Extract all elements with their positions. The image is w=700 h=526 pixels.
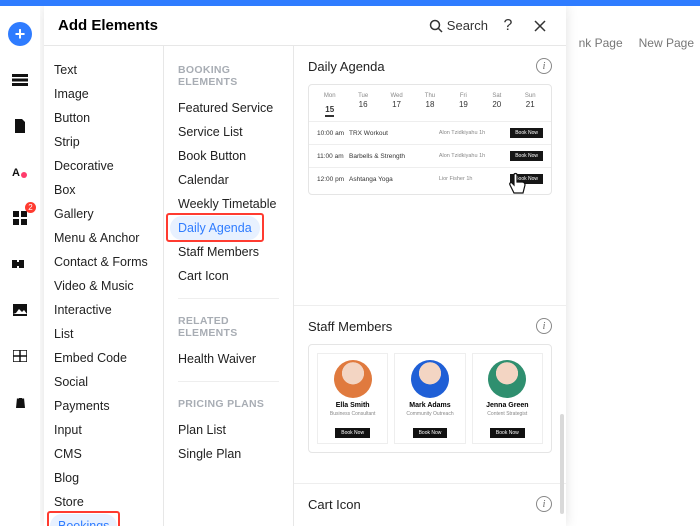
search-icon [429,19,443,33]
help-icon[interactable]: ? [496,14,520,38]
category-list[interactable]: List [44,322,163,346]
staff-card: Mark AdamsCommunity OutreachBook Now [394,353,465,444]
agenda-day: Thu18 [413,93,446,117]
category-video-music[interactable]: Video & Music [44,274,163,298]
staff-members-preview[interactable]: Ella SmithBusiness ConsultantBook NowMar… [308,344,552,453]
element-single-plan[interactable]: Single Plan [164,442,293,466]
info-icon[interactable]: i [536,58,552,74]
category-button[interactable]: Button [44,106,163,130]
element-health-waiver[interactable]: Health Waiver [164,347,293,371]
category-input[interactable]: Input [44,418,163,442]
background-tabs: nk Page New Page [579,36,694,50]
section-title-agenda: Daily Agenda [308,59,385,74]
category-payments[interactable]: Payments [44,394,163,418]
group-label: RELATED ELEMENTS [164,309,293,347]
media-icon[interactable] [8,298,32,322]
category-image[interactable]: Image [44,82,163,106]
search-label: Search [447,18,488,33]
category-cms[interactable]: CMS [44,442,163,466]
category-store[interactable]: Store [44,490,163,514]
store-icon[interactable] [8,390,32,414]
category-box[interactable]: Box [44,178,163,202]
info-icon[interactable]: i [536,318,552,334]
element-featured-service[interactable]: Featured Service [164,96,293,120]
category-decorative[interactable]: Decorative [44,154,163,178]
apps-badge: 2 [25,202,36,213]
element-book-button[interactable]: Book Button [164,144,293,168]
apps-icon[interactable]: 2 [8,206,32,230]
agenda-row: 11:00 amBarbells & StrengthAlon Tzidkiya… [309,144,551,167]
section-title-cart: Cart Icon [308,497,361,512]
info-icon[interactable]: i [536,496,552,512]
add-button[interactable]: + [8,22,32,46]
category-blog[interactable]: Blog [44,466,163,490]
agenda-day: Sat20 [480,93,513,117]
left-dock: + A 2 [0,6,40,526]
panel-title: Add Elements [58,17,429,34]
sections-icon[interactable] [8,68,32,92]
svg-text:A: A [12,167,20,179]
panel-search[interactable]: Search [429,18,488,33]
data-icon[interactable] [8,344,32,368]
category-bookings[interactable]: Bookings [50,514,117,526]
category-list: TextImageButtonStripDecorativeBoxGallery… [44,46,164,526]
category-gallery[interactable]: Gallery [44,202,163,226]
tab-new-page[interactable]: New Page [639,36,694,50]
agenda-day: Fri19 [447,93,480,117]
tab-partial[interactable]: nk Page [579,36,623,50]
element-service-list[interactable]: Service List [164,120,293,144]
agenda-day: Tue16 [346,93,379,117]
add-elements-panel: Add Elements Search ? TextImageButtonStr… [44,6,566,526]
group-label: BOOKING ELEMENTS [164,58,293,96]
element-calendar[interactable]: Calendar [164,168,293,192]
category-strip[interactable]: Strip [44,130,163,154]
element-daily-agenda[interactable]: Daily Agenda [170,216,260,240]
staff-card: Jenna GreenContent StrategistBook Now [472,353,543,444]
category-embed-code[interactable]: Embed Code [44,346,163,370]
agenda-day: Sun21 [514,93,547,117]
element-weekly-timetable[interactable]: Weekly Timetable [164,192,293,216]
category-interactive[interactable]: Interactive [44,298,163,322]
element-cart-icon[interactable]: Cart Icon [164,264,293,288]
element-plan-list[interactable]: Plan List [164,418,293,442]
cursor-hand-icon [503,171,531,199]
element-list: BOOKING ELEMENTSFeatured ServiceService … [164,46,294,526]
category-contact-forms[interactable]: Contact & Forms [44,250,163,274]
page-icon[interactable] [8,114,32,138]
agenda-row: 10:00 amTRX WorkoutAlon Tzidkiyahu 1hBoo… [309,121,551,144]
agenda-day: Wed17 [380,93,413,117]
scrollbar[interactable] [560,414,564,514]
design-icon[interactable]: A [8,160,32,184]
element-staff-members[interactable]: Staff Members [164,240,293,264]
preview-column: Daily Agenda i Mon15Tue16Wed17Thu18Fri19… [294,46,566,526]
category-social[interactable]: Social [44,370,163,394]
section-title-staff: Staff Members [308,319,392,334]
category-menu-anchor[interactable]: Menu & Anchor [44,226,163,250]
close-icon[interactable] [528,14,552,38]
agenda-day: Mon15 [313,93,346,117]
daily-agenda-preview[interactable]: Mon15Tue16Wed17Thu18Fri19Sat20Sun21 10:0… [308,84,552,195]
plugin-icon[interactable] [8,252,32,276]
staff-card: Ella SmithBusiness ConsultantBook Now [317,353,388,444]
category-text[interactable]: Text [44,58,163,82]
group-label: PRICING PLANS [164,392,293,418]
